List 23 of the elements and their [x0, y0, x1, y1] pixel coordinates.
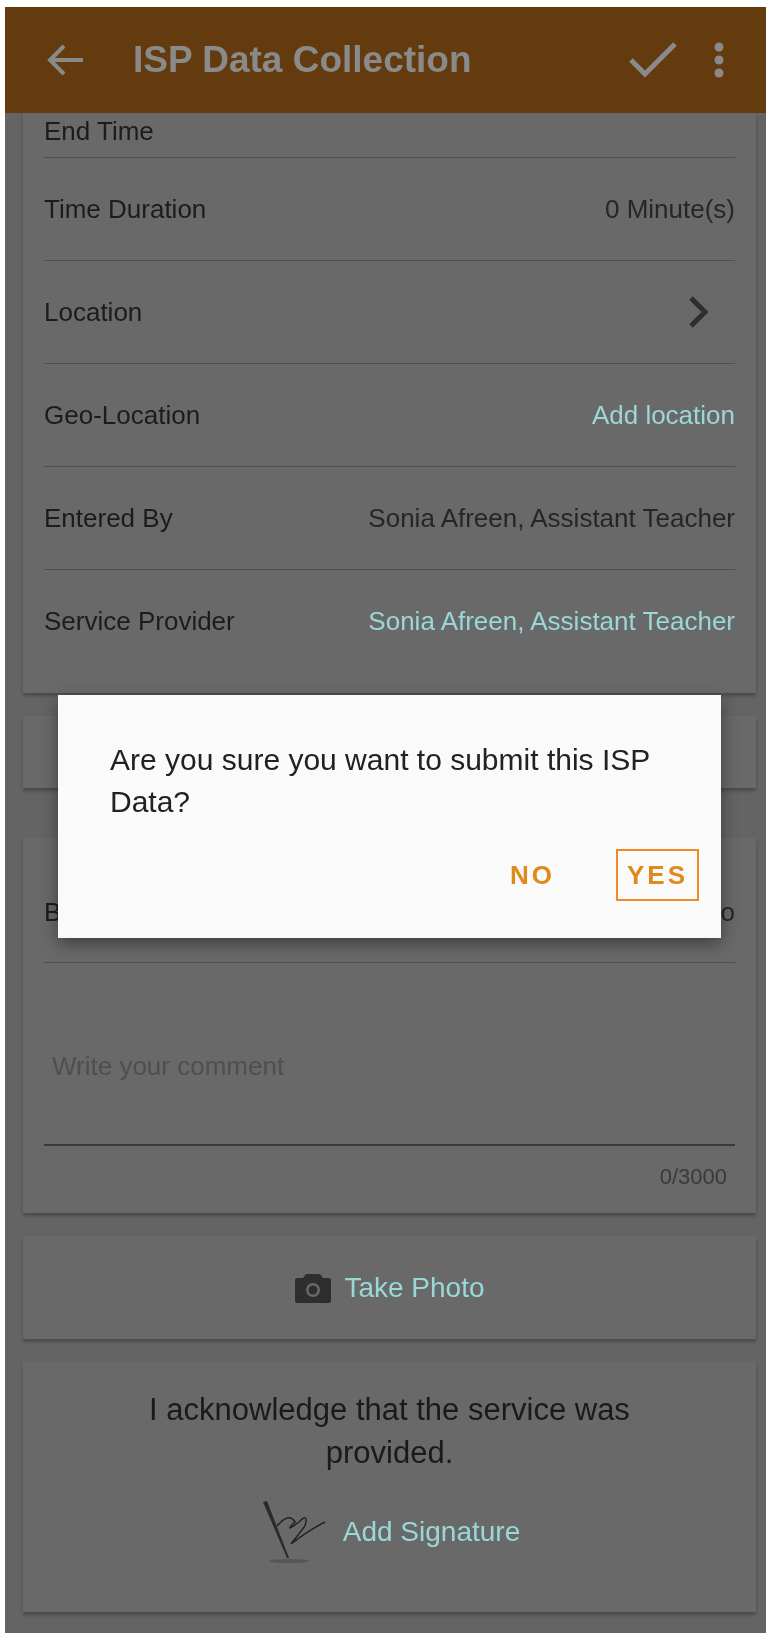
more-vertical-icon[interactable]: [714, 42, 724, 78]
field-link[interactable]: Sonia Afreen, Assistant Teacher: [368, 602, 735, 641]
field-label: Location: [44, 295, 143, 329]
field-label: End Time: [44, 114, 154, 148]
back-arrow-icon[interactable]: [47, 43, 85, 77]
field-value: Sonia Afreen, Assistant Teacher: [368, 501, 735, 535]
camera-icon: [294, 1271, 333, 1304]
field-label: Entered By: [44, 501, 173, 535]
field-label: Time Duration: [44, 192, 207, 226]
take-photo-button[interactable]: Take Photo: [294, 1266, 485, 1309]
field-value: o: [720, 896, 735, 929]
app-title: ISP Data Collection: [133, 38, 472, 83]
acknowledgement-text: I acknowledge that the service was provided.: [148, 1391, 631, 1472]
dialog-button[interactable]: YES: [615, 849, 699, 901]
field-link[interactable]: Add location: [591, 395, 735, 435]
chevron-right-icon[interactable]: [687, 295, 709, 329]
field-label: Service Provider: [44, 605, 235, 638]
add-signature-button[interactable]: Add Signature: [258, 1500, 521, 1564]
dialog-button[interactable]: NO: [498, 849, 566, 901]
field-value: 0 Minute(s): [604, 192, 735, 226]
field-label: Geo-Location: [44, 398, 201, 432]
dialog-message: Are you sure you want to submit this ISP Data?: [110, 742, 651, 820]
check-icon[interactable]: [628, 40, 678, 80]
